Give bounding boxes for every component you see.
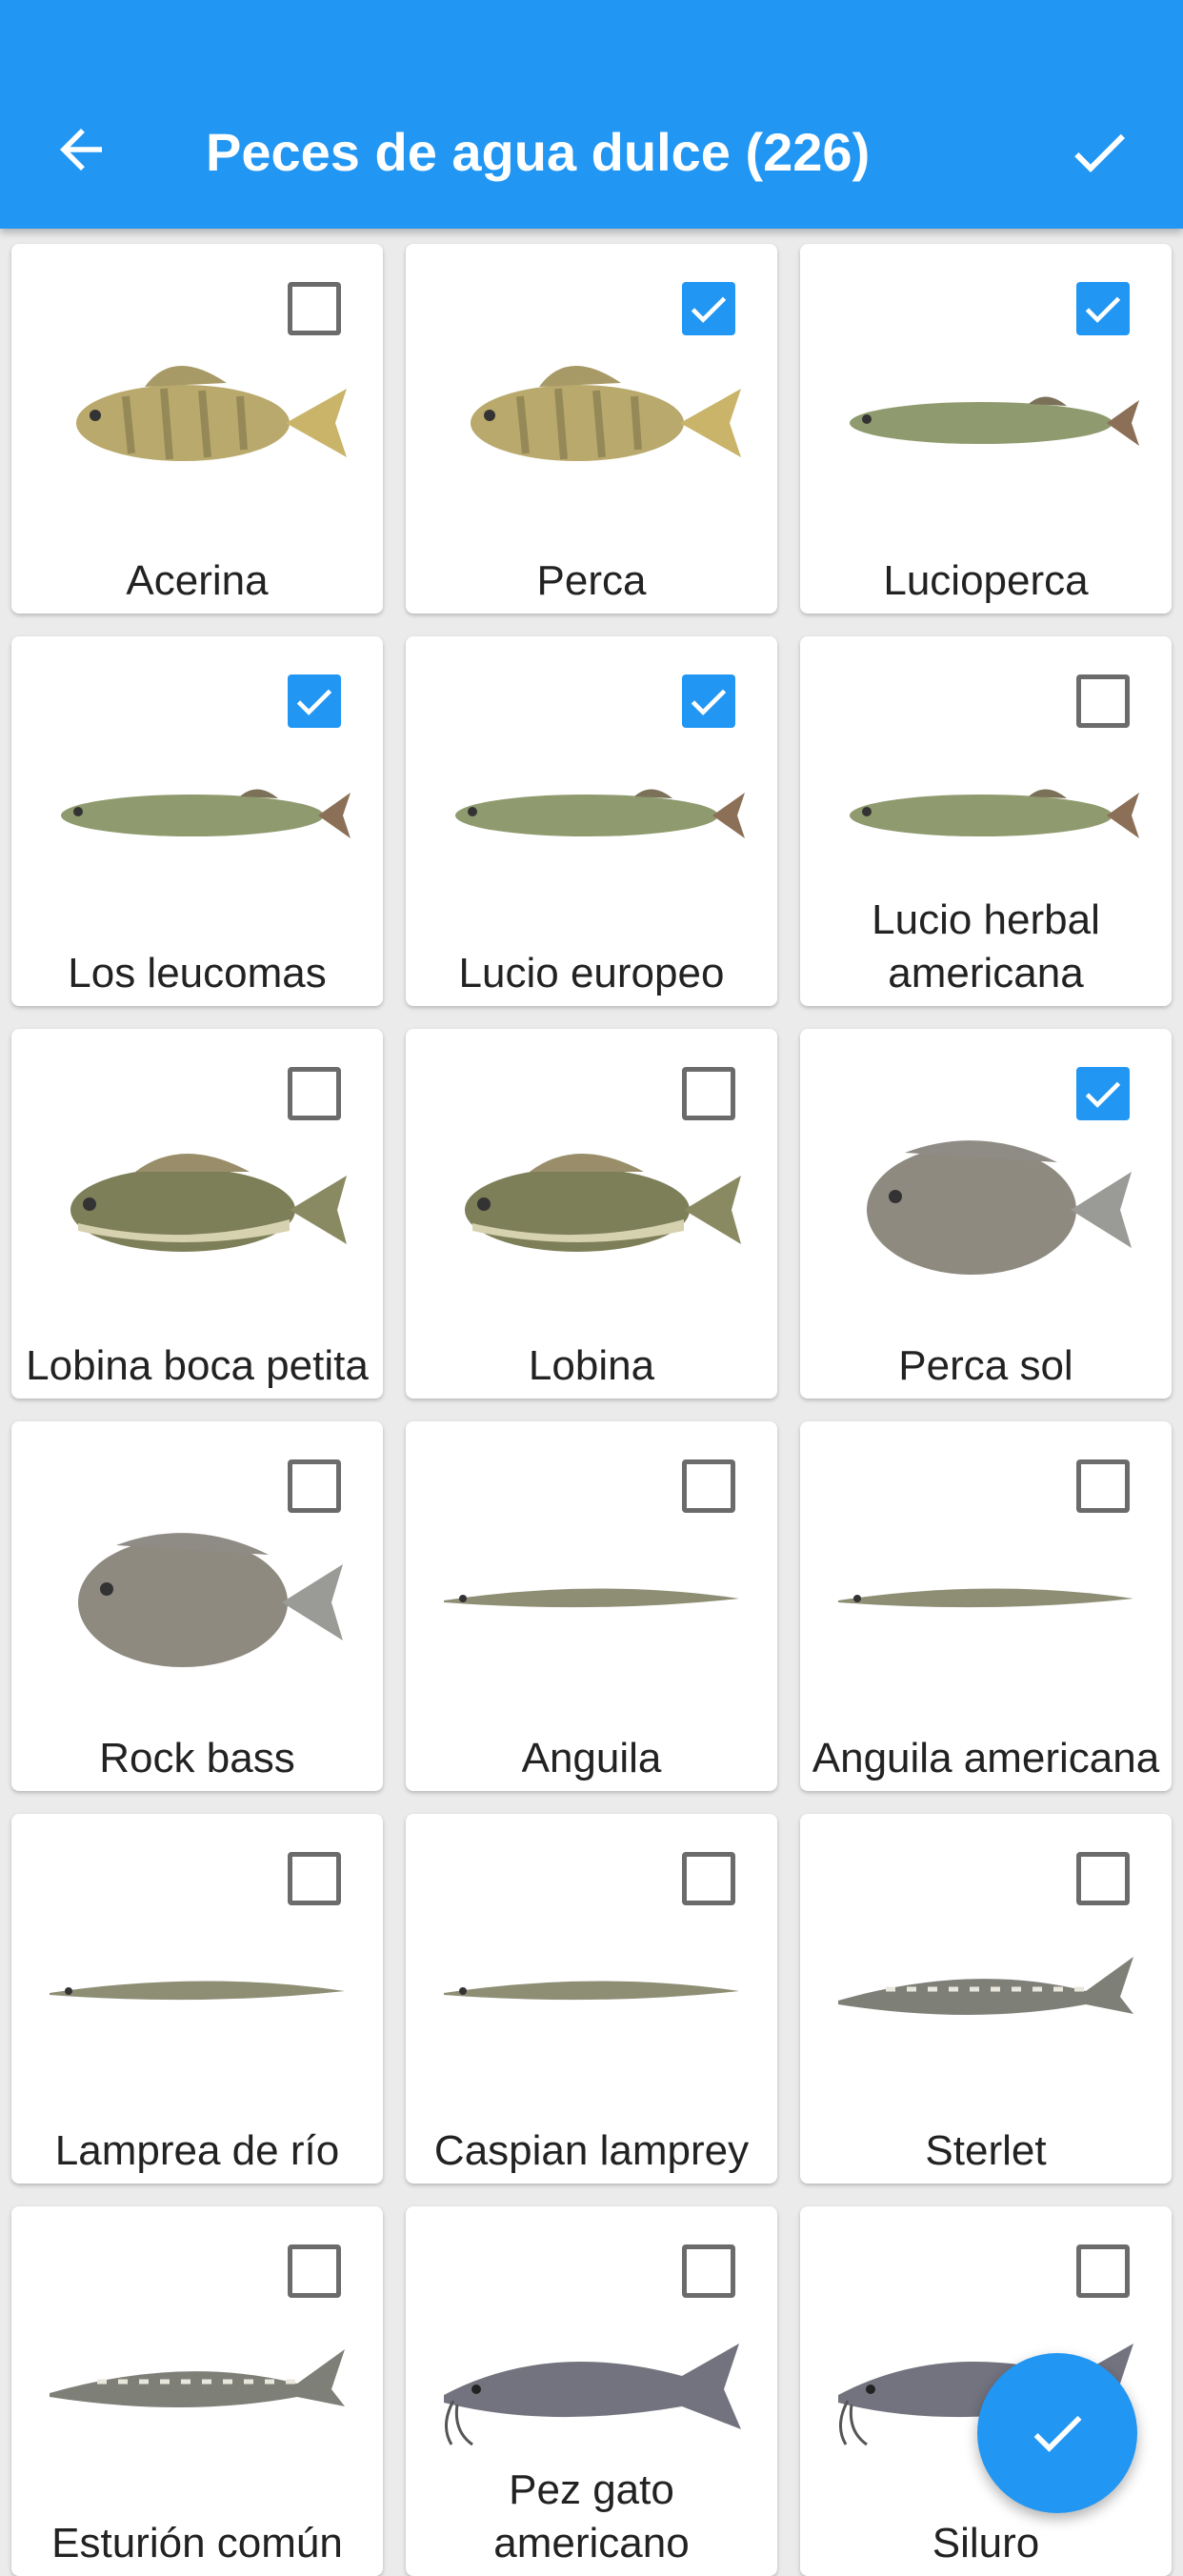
- fish-name: Acerina: [126, 557, 269, 604]
- fish-name: Perca sol: [898, 1342, 1073, 1389]
- checkbox-unchecked[interactable]: [682, 2244, 735, 2298]
- fish-image: [434, 339, 749, 501]
- checkbox-unchecked[interactable]: [288, 1067, 341, 1120]
- checkbox-unchecked[interactable]: [288, 282, 341, 335]
- check-icon: [1085, 1081, 1121, 1108]
- fish-image: [40, 1517, 354, 1679]
- fish-image: [829, 732, 1143, 894]
- fish-card[interactable]: Lobina: [406, 1029, 777, 1399]
- fish-card[interactable]: Lucio herbal americana: [800, 636, 1172, 1006]
- fish-name: Los leucomas: [68, 950, 327, 996]
- fish-card[interactable]: Anguila: [406, 1421, 777, 1791]
- app-bar: Peces de agua dulce (226): [0, 0, 1183, 229]
- fish-name: Anguila: [521, 1735, 662, 1781]
- fish-image: [40, 339, 354, 501]
- checkbox-checked[interactable]: [1076, 282, 1130, 335]
- checkbox-checked[interactable]: [682, 674, 735, 728]
- fish-name: Sterlet: [925, 2127, 1047, 2174]
- fish-card[interactable]: Pez gato americano: [406, 2206, 777, 2576]
- fish-card[interactable]: Perca sol: [800, 1029, 1172, 1399]
- fish-image: [434, 1909, 749, 2071]
- fish-name: Caspian lamprey: [433, 2127, 750, 2174]
- fish-image: [40, 732, 354, 894]
- arrow-left-icon[interactable]: [50, 118, 112, 181]
- check-icon: [1033, 2415, 1082, 2452]
- fish-card[interactable]: Caspian lamprey: [406, 1814, 777, 2184]
- fish-card[interactable]: Sterlet: [800, 1814, 1172, 2184]
- fish-card[interactable]: Lamprea de río: [11, 1814, 383, 2184]
- fish-name: Lobina boca petita: [26, 1342, 369, 1389]
- fish-card[interactable]: Esturión común: [11, 2206, 383, 2576]
- fish-image: [434, 2302, 749, 2464]
- fish-card[interactable]: Lobina boca petita: [11, 1029, 383, 1399]
- fish-card[interactable]: Anguila americana: [800, 1421, 1172, 1791]
- fish-card[interactable]: Perca: [406, 244, 777, 614]
- check-icon: [1085, 296, 1121, 323]
- fish-image: [829, 1124, 1143, 1286]
- fish-name: Anguila americana: [812, 1735, 1160, 1781]
- checkbox-unchecked[interactable]: [288, 2244, 341, 2298]
- fish-card[interactable]: Los leucomas: [11, 636, 383, 1006]
- checkbox-checked[interactable]: [682, 282, 735, 335]
- confirm-fab[interactable]: [977, 2353, 1137, 2513]
- checkbox-unchecked[interactable]: [682, 1067, 735, 1120]
- fish-image: [829, 339, 1143, 501]
- fish-name: Lamprea de río: [54, 2127, 340, 2174]
- fish-name: Lobina: [528, 1342, 655, 1389]
- fish-image: [829, 1909, 1143, 2071]
- checkbox-unchecked[interactable]: [682, 1459, 735, 1513]
- check-icon: [296, 689, 332, 715]
- fish-image: [40, 2302, 354, 2464]
- checkbox-unchecked[interactable]: [1076, 674, 1130, 728]
- fish-name: Lucio europeo: [458, 950, 725, 996]
- checkbox-checked[interactable]: [1076, 1067, 1130, 1120]
- checkbox-unchecked[interactable]: [1076, 2244, 1130, 2298]
- checkbox-unchecked[interactable]: [1076, 1852, 1130, 1905]
- fish-image: [40, 1124, 354, 1286]
- check-icon: [691, 296, 727, 323]
- fish-image: [434, 1124, 749, 1286]
- check-icon: [691, 689, 727, 715]
- fish-name: Lucioperca: [883, 557, 1089, 604]
- checkbox-unchecked[interactable]: [288, 1852, 341, 1905]
- page-title: Peces de agua dulce (226): [206, 122, 871, 182]
- fish-name: Esturión común: [51, 2520, 343, 2566]
- fish-name: Pez gato americano: [493, 2466, 690, 2566]
- fish-name: Lucio herbal americana: [872, 896, 1100, 996]
- fish-image: [40, 1909, 354, 2071]
- fish-grid: Acerina Perca Lucioperca Los leucomas Lucio …: [11, 244, 1173, 2576]
- checkbox-unchecked[interactable]: [682, 1852, 735, 1905]
- fish-card[interactable]: Lucio europeo: [406, 636, 777, 1006]
- fish-card[interactable]: Acerina: [11, 244, 383, 614]
- fish-name: Rock bass: [99, 1735, 295, 1781]
- checkbox-unchecked[interactable]: [1076, 1459, 1130, 1513]
- fish-image: [434, 732, 749, 894]
- fish-card[interactable]: Lucioperca: [800, 244, 1172, 614]
- checkbox-unchecked[interactable]: [288, 1459, 341, 1513]
- checkbox-checked[interactable]: [288, 674, 341, 728]
- fish-card[interactable]: Rock bass: [11, 1421, 383, 1791]
- check-icon[interactable]: [1065, 118, 1133, 187]
- fish-name: Perca: [536, 557, 647, 604]
- fish-image: [829, 1517, 1143, 1679]
- fish-image: [434, 1517, 749, 1679]
